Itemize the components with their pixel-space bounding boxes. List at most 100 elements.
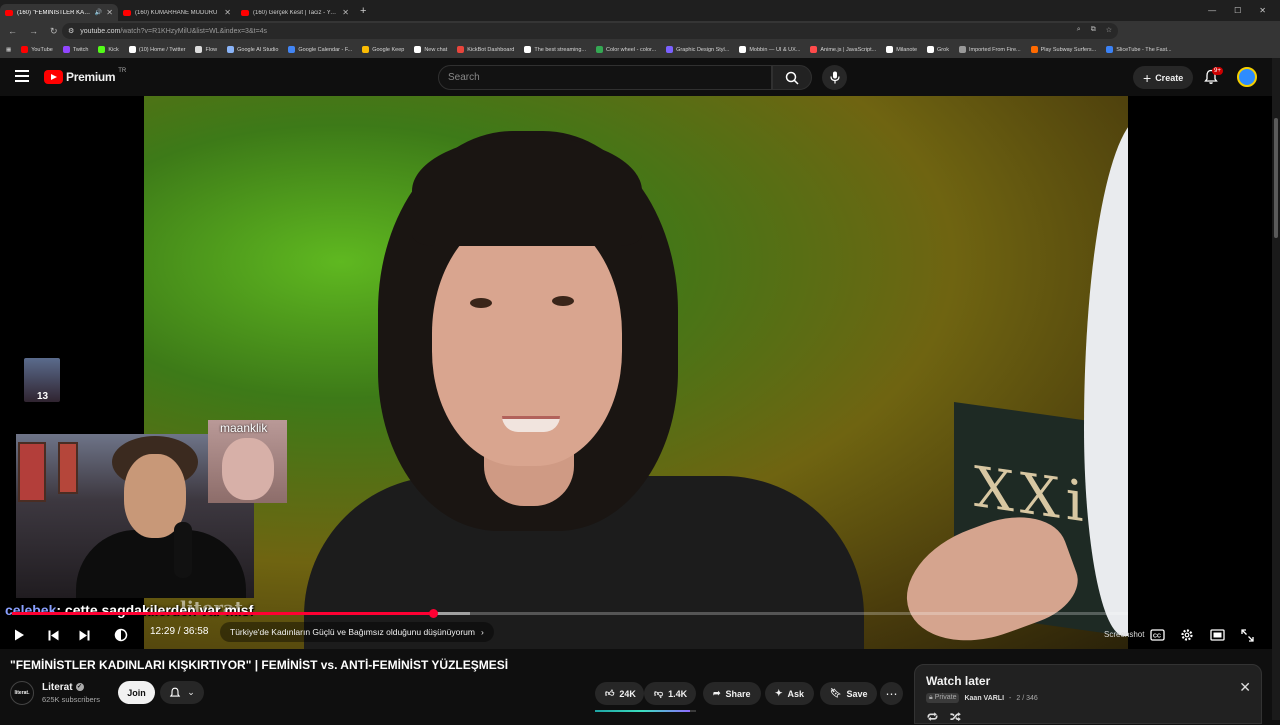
voice-search-button[interactable] — [822, 65, 847, 90]
bookmark-item[interactable]: Anime.js | JavaScript... — [810, 46, 876, 53]
page-scrollbar[interactable] — [1272, 58, 1280, 720]
channel-name: Literat — [42, 682, 73, 693]
bookmark-item[interactable]: Graphic Design Styl... — [666, 46, 729, 53]
new-tab-icon[interactable]: + — [360, 5, 366, 17]
bookmark-favicon-icon — [524, 46, 532, 53]
minimize-icon[interactable]: — — [1208, 6, 1216, 15]
bookmark-item[interactable]: Color wheel - color... — [596, 46, 656, 53]
chapter-title: Türkiye'de Kadınların Güçlü ve Bağımsız … — [230, 627, 475, 637]
time-display: 12:29 / 36:58 — [150, 626, 208, 637]
bookmark-item[interactable]: Google Calendar - F... — [288, 46, 352, 53]
more-actions-button[interactable]: ⋯ — [880, 682, 903, 705]
bookmark-item[interactable]: New chat — [414, 46, 447, 53]
forward-icon[interactable]: → — [29, 26, 38, 37]
bookmark-favicon-icon — [414, 46, 422, 53]
bookmark-item[interactable]: SliceTube - The Fast... — [1106, 46, 1172, 53]
create-button[interactable]: + Create — [1133, 66, 1194, 89]
bookmark-label: Google AI Studio — [237, 46, 279, 53]
browser-tab-0[interactable]: (160) "FEMİNİSTLER KADINLARI KIŞKIRTIYOR… — [0, 4, 118, 21]
bookmarks-bar: ▦ YouTube Twitch Kick (10) Home / Twitte… — [0, 41, 1280, 58]
current-time: 12:29 — [150, 626, 176, 637]
bookmark-item[interactable]: (10) Home / Twitter — [128, 46, 185, 53]
play-button[interactable] — [12, 624, 26, 646]
bookmark-item[interactable]: YouTube — [21, 46, 53, 53]
loop-icon[interactable]: 🔁︎ — [927, 709, 938, 725]
apps-grid-icon[interactable]: ▦ — [6, 47, 11, 53]
bookmark-item[interactable]: Mobbin — UI & UX... — [739, 46, 800, 53]
next-button[interactable] — [78, 624, 91, 646]
back-icon[interactable]: ← — [8, 26, 17, 37]
close-tab-icon[interactable]: ✕ — [106, 8, 113, 17]
bookmark-item[interactable]: Imported From Fire... — [958, 46, 1021, 53]
close-playlist-icon[interactable]: ✕ — [1239, 679, 1251, 696]
bookmark-favicon-icon — [227, 46, 235, 53]
channel-name-link[interactable]: Literat ✓ — [42, 682, 84, 693]
share-button[interactable]: ➦ Share — [703, 682, 761, 705]
previous-button[interactable] — [47, 624, 60, 646]
youtube-premium-logo[interactable]: Premium TR — [44, 68, 126, 84]
bookmark-item[interactable]: Play Subway Surfers... — [1030, 46, 1096, 53]
browser-tab-1[interactable]: (160) KUMARHANE MÜDÜRÜ ✕ — [118, 4, 236, 21]
bookmark-item[interactable]: Google Keep — [362, 46, 404, 53]
like-button[interactable]: 👍︎ 24K — [595, 682, 644, 705]
bookmark-item[interactable]: Kick — [98, 46, 119, 53]
bookmark-item[interactable]: Google AI Studio — [227, 46, 278, 53]
url-field[interactable]: ⚙ youtube.com/watch?v=R1KHzyMilU&list=WL… — [62, 23, 1118, 39]
chapter-button[interactable]: Türkiye'de Kadınların Güçlü ve Bağımsız … — [220, 622, 494, 642]
search-input[interactable]: Search — [438, 65, 772, 90]
save-button[interactable]: 🔖︎ Save — [820, 682, 878, 705]
reload-icon[interactable]: ↻ — [50, 26, 58, 37]
bookmark-icon: 🔖︎ — [830, 688, 842, 698]
progress-bar[interactable] — [12, 609, 1128, 618]
bookmark-item[interactable]: Milanote — [886, 46, 917, 53]
speaker-icon[interactable]: 🔊 — [95, 9, 102, 16]
video-frame[interactable]: XXi X — [144, 96, 1128, 649]
video-player[interactable]: XXi X 13 maanklik literat celebek: cette… — [0, 96, 1272, 649]
playlist-title[interactable]: Watch later — [926, 674, 990, 688]
bookmark-favicon-icon — [62, 46, 70, 53]
bookmark-item[interactable]: Flow — [195, 46, 217, 53]
search-button[interactable] — [772, 65, 812, 90]
more-horizontal-icon: ⋯ — [885, 686, 898, 701]
maximize-icon[interactable]: ☐ — [1234, 6, 1241, 15]
close-tab-icon[interactable]: ✕ — [224, 8, 231, 17]
bookmark-item[interactable]: Twitch — [62, 46, 88, 53]
settings-button[interactable]: HD — [1180, 624, 1194, 646]
volume-button[interactable] — [114, 624, 128, 646]
hamburger-menu-icon[interactable] — [15, 70, 29, 82]
close-tab-icon[interactable]: ✕ — [342, 8, 349, 17]
bookmark-label: New chat — [424, 46, 448, 53]
shuffle-icon[interactable]: 🔀︎ — [950, 709, 961, 725]
screenshot-button[interactable]: Screenshot — [1104, 630, 1144, 639]
close-window-icon[interactable]: ✕ — [1259, 6, 1266, 15]
streamer-shirt — [76, 530, 246, 598]
bookmark-label: Milanote — [896, 46, 918, 53]
bookmark-item[interactable]: Grok — [927, 46, 949, 53]
fullscreen-button[interactable] — [1241, 624, 1254, 646]
install-icon[interactable]: ⧉ — [1091, 26, 1096, 34]
bookmark-label: The best streaming... — [534, 46, 587, 53]
ask-button[interactable]: ✦ Ask — [765, 682, 815, 705]
chat-overlay-message: celebek: cette sagdakilerden var mısf — [5, 602, 253, 618]
youtube-play-logo-icon — [44, 70, 63, 84]
playlist-owner[interactable]: Kaan VARLI — [964, 695, 1004, 702]
site-info-icon[interactable]: ⚙ — [68, 27, 74, 35]
svg-text:CC: CC — [1153, 634, 1161, 640]
bookmark-item[interactable]: The best streaming... — [524, 46, 586, 53]
bookmark-item[interactable]: KickBot Dashboard — [457, 46, 514, 53]
browser-tab-2[interactable]: (160) Gerçek Kesit | Taciz - YouTube ✕ — [236, 4, 354, 21]
chat-text: : cette sagdakilerden var mısf — [56, 602, 254, 618]
bookmark-star-icon[interactable]: ☆ — [1106, 26, 1112, 34]
microphone-icon — [829, 71, 840, 84]
dislike-button[interactable]: 👎︎ 1.4K — [644, 682, 696, 705]
bookmark-favicon-icon — [958, 46, 966, 53]
channel-avatar[interactable]: literat. — [10, 681, 34, 705]
theater-mode-button[interactable] — [1210, 624, 1225, 646]
subscription-bell-button[interactable]: ⌄ — [160, 681, 204, 704]
zoom-icon[interactable]: ⌕ — [1077, 26, 1081, 34]
captions-button[interactable]: CC — [1150, 624, 1165, 646]
account-avatar[interactable] — [1237, 67, 1257, 87]
scrollbar-thumb[interactable] — [1274, 118, 1278, 238]
join-button[interactable]: Join — [118, 681, 155, 704]
scrubber-handle[interactable] — [428, 609, 438, 618]
